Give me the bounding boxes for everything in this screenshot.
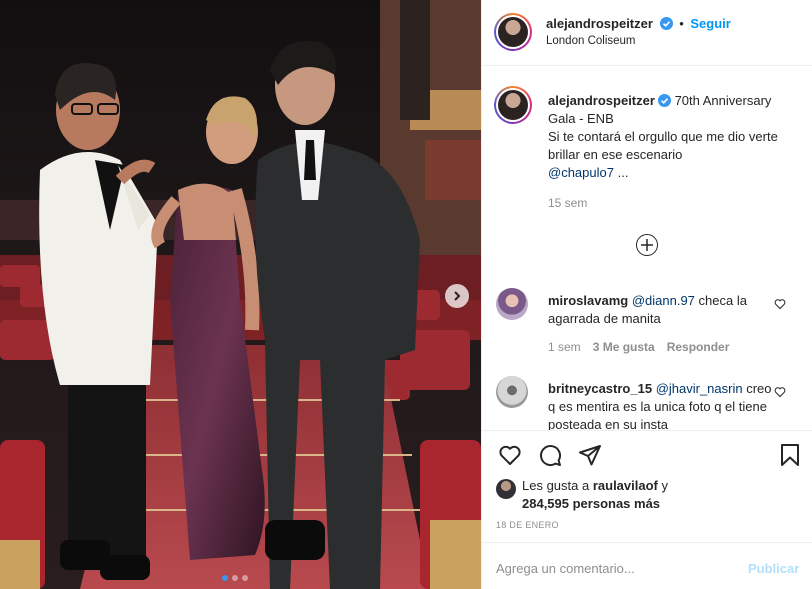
comment-item: britneycastro_15 @jhavir_nasrin creo q e… (496, 376, 796, 430)
follow-button[interactable]: Seguir (690, 16, 730, 31)
comment-username[interactable]: miroslavamg (548, 293, 628, 308)
post-photo (0, 0, 481, 589)
comment-meta: 1 sem 3 Me gusta Responder (548, 340, 729, 354)
photo-illustration (0, 0, 481, 589)
like-comment-heart-icon[interactable] (774, 386, 786, 398)
likes-prefix: Les gusta a (522, 478, 590, 493)
next-photo-button[interactable] (445, 284, 469, 308)
comment-bubble-icon[interactable] (538, 443, 562, 467)
comments-section[interactable]: alejandrospeitzer 70th Anniversary Gala … (482, 66, 812, 430)
comment-input[interactable]: Agrega un comentario... (496, 561, 635, 576)
comment-time[interactable]: 1 sem (548, 340, 581, 354)
caption-username[interactable]: alejandrospeitzer (548, 93, 655, 108)
reply-button[interactable]: Responder (667, 340, 730, 354)
comment-username[interactable]: britneycastro_15 (548, 381, 652, 396)
save-bookmark-icon[interactable] (778, 443, 802, 467)
carousel-dot (232, 575, 238, 581)
chevron-right-icon (454, 291, 461, 301)
verified-badge-icon (657, 94, 671, 107)
liker-avatar[interactable] (496, 479, 516, 499)
caption-mention[interactable]: @chapulo7 (548, 165, 614, 180)
like-heart-icon[interactable] (498, 443, 522, 467)
comment-text: britneycastro_15 @jhavir_nasrin creo q e… (548, 380, 773, 430)
author-avatar[interactable] (494, 13, 532, 51)
post-date[interactable]: 18 DE ENERO (496, 520, 559, 530)
comment-mention[interactable]: @jhavir_nasrin (656, 381, 743, 396)
comment-likes-count[interactable]: 3 Me gusta (593, 340, 655, 354)
post-header: alejandrospeitzer • Seguir London Colise… (482, 0, 812, 66)
post-details-panel: alejandrospeitzer • Seguir London Colise… (481, 0, 812, 589)
publish-button[interactable]: Publicar (748, 561, 799, 576)
comment-avatar[interactable] (496, 376, 528, 408)
like-comment-heart-icon[interactable] (774, 298, 786, 310)
first-liker-username[interactable]: raulavilaof (593, 478, 658, 493)
carousel-dot (242, 575, 248, 581)
post-caption: alejandrospeitzer 70th Anniversary Gala … (548, 92, 793, 182)
verified-badge-icon (659, 17, 673, 30)
likes-count[interactable]: 284,595 personas más (522, 496, 660, 511)
caption-author-avatar[interactable] (494, 86, 532, 124)
caption-body: Si te contará el orgullo que me dio vert… (548, 129, 778, 162)
header-separator: • (679, 16, 684, 31)
caption-time[interactable]: 15 sem (548, 196, 587, 210)
likes-summary: Les gusta a raulavilaof y 284,595 person… (496, 477, 668, 513)
comment-mention[interactable]: @diann.97 (632, 293, 695, 308)
plus-circle-icon (641, 239, 653, 251)
comment-avatar[interactable] (496, 288, 528, 320)
carousel-indicator (222, 575, 248, 581)
caption-ellipsis: ... (617, 165, 629, 180)
share-paper-plane-icon[interactable] (578, 443, 602, 467)
comment-composer: Agrega un comentario... Publicar (482, 542, 812, 589)
comment-item: miroslavamg @diann.97 checa la agarrada … (496, 288, 796, 358)
location-link[interactable]: London Coliseum (546, 35, 636, 47)
comment-text: miroslavamg @diann.97 checa la agarrada … (548, 292, 773, 328)
likes-conjunction: y (661, 478, 669, 493)
carousel-dot (222, 575, 228, 581)
load-more-comments-button[interactable] (636, 234, 658, 256)
author-username[interactable]: alejandrospeitzer (546, 16, 653, 31)
post-actions: Les gusta a raulavilaof y 284,595 person… (482, 430, 812, 542)
